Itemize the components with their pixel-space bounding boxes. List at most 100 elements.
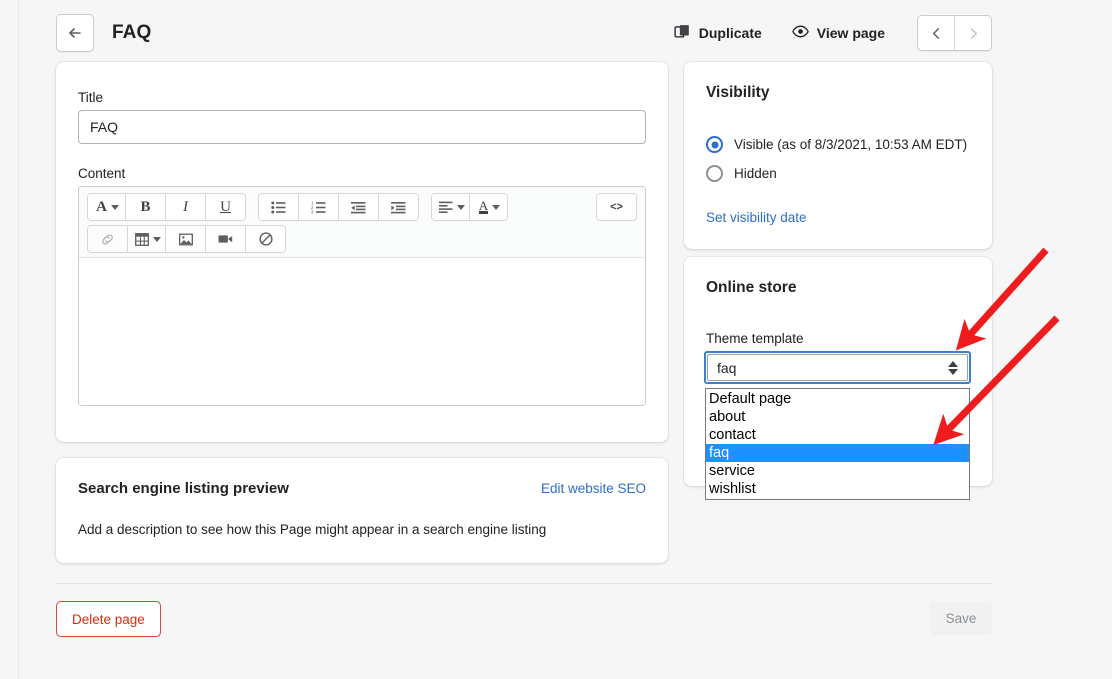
- dropdown-option-default-page[interactable]: Default page: [706, 390, 969, 408]
- theme-template-selected-value: faq: [717, 360, 736, 376]
- insert-link-button[interactable]: [88, 226, 127, 252]
- insert-image-button[interactable]: [165, 226, 205, 252]
- radio-hidden[interactable]: [706, 165, 723, 182]
- text-color-button[interactable]: A: [469, 194, 507, 220]
- spinner-up-icon: [948, 361, 958, 367]
- editor-toolbar: A B I U: [79, 187, 645, 258]
- seo-description: Add a description to see how this Page m…: [78, 522, 546, 537]
- spinner-down-icon: [948, 369, 958, 375]
- italic-button[interactable]: I: [165, 194, 205, 220]
- align-color-group: A: [431, 193, 508, 221]
- set-visibility-date-link[interactable]: Set visibility date: [706, 210, 807, 225]
- chevron-right-icon: [967, 27, 980, 40]
- video-icon: [218, 233, 233, 245]
- theme-template-select[interactable]: faq: [704, 351, 971, 384]
- eye-icon: [792, 23, 809, 43]
- format-style-button[interactable]: A: [88, 194, 125, 220]
- visibility-title: Visibility: [706, 84, 769, 102]
- code-view-button[interactable]: <>: [597, 194, 636, 220]
- view-page-label: View page: [817, 25, 885, 41]
- seo-title: Search engine listing preview: [78, 480, 289, 497]
- theme-template-dropdown-list[interactable]: Default page about contact faq service w…: [705, 388, 970, 500]
- duplicate-button[interactable]: Duplicate: [666, 17, 770, 49]
- online-store-title: Online store: [706, 279, 796, 297]
- align-left-icon: [439, 201, 453, 213]
- chevron-down-icon: [457, 205, 465, 210]
- spinner-arrows-icon: [948, 361, 958, 375]
- dropdown-option-about[interactable]: about: [706, 408, 969, 426]
- save-button[interactable]: Save: [930, 601, 992, 635]
- chevron-down-icon: [153, 237, 161, 242]
- outdent-icon: [351, 201, 366, 214]
- clear-formatting-button[interactable]: [245, 226, 285, 252]
- pagination: [917, 15, 992, 51]
- radio-visible[interactable]: [706, 136, 723, 153]
- list-indent-group: 1 2 3: [258, 193, 419, 221]
- title-field-group: Title: [78, 90, 646, 144]
- dropdown-option-wishlist[interactable]: wishlist: [706, 480, 969, 498]
- underline-glyph: U: [220, 199, 231, 216]
- editor-toolbar-row-1: A B I U: [87, 193, 637, 221]
- back-button[interactable]: [56, 14, 94, 52]
- duplicate-label: Duplicate: [699, 25, 762, 41]
- visibility-visible-label: Visible (as of 8/3/2021, 10:53 AM EDT): [734, 137, 967, 152]
- next-page-button[interactable]: [954, 16, 991, 50]
- editor-toolbar-row-2: [87, 225, 637, 253]
- page-content-card: Title Content A B: [56, 62, 668, 442]
- bold-button[interactable]: B: [125, 194, 165, 220]
- seo-preview-card: Search engine listing preview Edit websi…: [56, 458, 668, 563]
- text-format-group: A B I U: [87, 193, 246, 221]
- chevron-left-icon: [930, 27, 943, 40]
- rich-text-editor: A B I U: [78, 186, 646, 406]
- content-field-group: Content A B: [78, 166, 646, 406]
- page-title: FAQ: [112, 22, 151, 44]
- italic-glyph: I: [183, 199, 188, 216]
- numbered-list-icon: 1 2 3: [311, 201, 326, 214]
- visibility-hidden-label: Hidden: [734, 166, 777, 181]
- table-icon: [135, 233, 149, 246]
- bold-glyph: B: [140, 199, 150, 216]
- view-page-button[interactable]: View page: [784, 17, 893, 49]
- svg-text:3: 3: [311, 209, 314, 213]
- chevron-down-icon: [492, 205, 500, 210]
- content-label: Content: [78, 166, 646, 181]
- visibility-option-hidden[interactable]: Hidden: [706, 165, 777, 182]
- back-arrow-icon: [67, 25, 83, 41]
- chevron-down-icon: [111, 205, 119, 210]
- title-input[interactable]: [78, 110, 646, 144]
- editor-content-area[interactable]: [79, 258, 645, 405]
- theme-template-select-inner: faq: [707, 354, 968, 381]
- edit-website-seo-link[interactable]: Edit website SEO: [541, 481, 646, 496]
- visibility-card: Visibility Visible (as of 8/3/2021, 10:5…: [684, 62, 992, 249]
- outdent-button[interactable]: [338, 194, 378, 220]
- dropdown-option-service[interactable]: service: [706, 462, 969, 480]
- bulleted-list-button[interactable]: [259, 194, 298, 220]
- page-header: FAQ Duplicate View page: [56, 13, 992, 53]
- bulleted-list-icon: [271, 201, 286, 214]
- dropdown-option-faq[interactable]: faq: [706, 444, 969, 462]
- indent-button[interactable]: [378, 194, 418, 220]
- code-glyph: <>: [610, 201, 623, 213]
- left-rail-divider: [18, 0, 19, 679]
- footer-divider: [56, 583, 992, 584]
- duplicate-icon: [674, 23, 691, 43]
- page-editor-screen: FAQ Duplicate View page: [0, 0, 1112, 679]
- link-icon: [100, 233, 115, 246]
- image-icon: [179, 233, 193, 246]
- code-group: <>: [596, 193, 637, 221]
- insert-table-button[interactable]: [127, 226, 165, 252]
- insert-video-button[interactable]: [205, 226, 245, 252]
- theme-template-label: Theme template: [706, 331, 804, 346]
- seo-header: Search engine listing preview Edit websi…: [78, 480, 646, 497]
- underline-button[interactable]: U: [205, 194, 245, 220]
- clear-formatting-icon: [259, 232, 273, 246]
- delete-page-button[interactable]: Delete page: [56, 601, 161, 637]
- format-style-glyph: A: [96, 199, 107, 216]
- dropdown-option-contact[interactable]: contact: [706, 426, 969, 444]
- title-label: Title: [78, 90, 646, 105]
- previous-page-button[interactable]: [918, 16, 954, 50]
- numbered-list-button[interactable]: 1 2 3: [298, 194, 338, 220]
- align-button[interactable]: [432, 194, 469, 220]
- visibility-option-visible[interactable]: Visible (as of 8/3/2021, 10:53 AM EDT): [706, 136, 967, 153]
- text-color-glyph: A: [479, 200, 488, 214]
